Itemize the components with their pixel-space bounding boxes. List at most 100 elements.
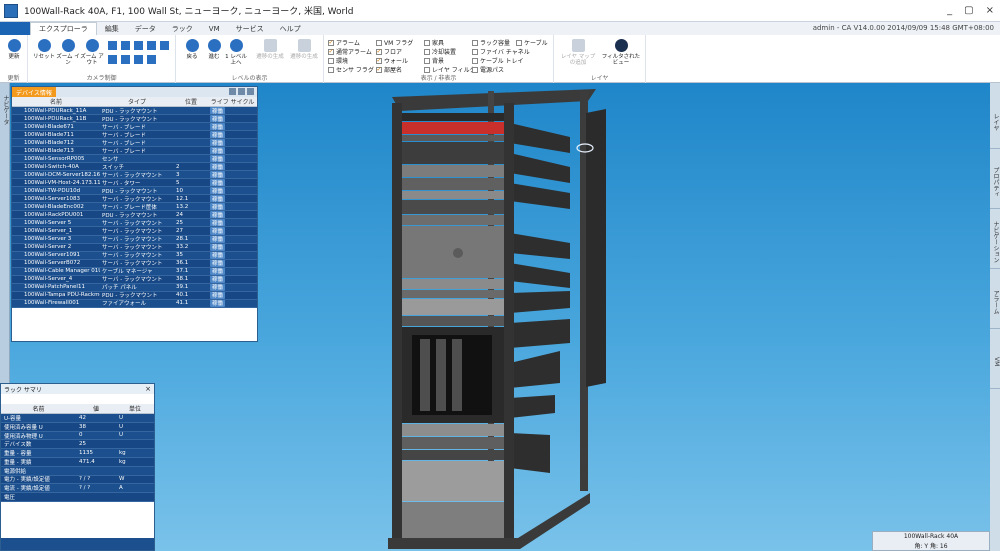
table-row[interactable]: 電力 - 実績/設定値 ? / ? W [1, 475, 154, 485]
table-row[interactable]: 使用済み容量 U 38 U [1, 422, 154, 432]
table-row[interactable]: 100Wall-Server 3 サーバ - ラックマウント 28.1 稼働 [12, 235, 257, 244]
col-name[interactable]: 名前 [12, 97, 100, 106]
tab-help[interactable]: ヘルプ [272, 22, 309, 35]
table-row[interactable]: 100Wall-Server 2 サーバ - ラックマウント 33.2 稼働 [12, 243, 257, 252]
col-value[interactable]: 値 [76, 404, 116, 413]
zoom-in-button[interactable]: ズーム イン [56, 39, 80, 66]
side-tab-alarm[interactable]: アラーム [990, 271, 1000, 329]
table-row[interactable]: 電源供給 [1, 466, 154, 476]
tab-data[interactable]: データ [127, 22, 164, 35]
check-cable-tray[interactable]: ケーブル トレイ [472, 56, 524, 65]
table-row[interactable]: 100Wall-Server 5 サーバ - ラックマウント 25 稼働 [12, 219, 257, 228]
maximize-button[interactable]: ▢ [964, 5, 973, 16]
side-tab-vm[interactable]: VM [990, 331, 1000, 389]
side-tab-layer[interactable]: レイヤ [990, 91, 1000, 149]
rack-summary-title: ラック サマリ [4, 386, 42, 394]
check-furniture[interactable]: 家具 [424, 38, 444, 47]
table-row[interactable]: 重量 - 実績 471.4 kg [1, 457, 154, 467]
tab-service[interactable]: サービス [228, 22, 272, 35]
check-fiber-channel[interactable]: ファイバ チャネル [472, 47, 530, 56]
selection-info-box: 100Wall-Rack 40A 角: Y 角: 16 [872, 531, 990, 551]
side-tab-navigation[interactable]: ナビゲーション [990, 211, 1000, 269]
check-cable[interactable]: ケーブル [516, 38, 548, 47]
table-row[interactable]: 100Wall-Blade671 サーバ - ブレード 稼働 [12, 123, 257, 132]
table-row[interactable]: 100Wall-Server_4 サーバ - ラックマウント 38.1 稼働 [12, 275, 257, 284]
table-row[interactable]: 100Wall-TW-PDU10d PDU - ラックマウント 10 稼働 [12, 187, 257, 196]
level-up-button[interactable]: 1 レベル 上へ [224, 39, 248, 66]
table-row[interactable]: 100Wall-Blade713 サーバ - ブレード 稼働 [12, 147, 257, 156]
table-row[interactable]: 100Wall-Server_1 サーバ - ラックマウント 27 稼働 [12, 227, 257, 236]
table-row[interactable]: 100Wall-Server1091 サーバ - ラックマウント 35 稼働 [12, 251, 257, 260]
table-row[interactable]: 100Wall-PDURack_11B PDU - ラックマウント 稼働 [12, 115, 257, 124]
cell-type: サーバ - ブレード [102, 132, 146, 139]
table-row[interactable]: 100Wall-SensorRP005 センサ 稼働 [12, 155, 257, 164]
checkbox-icon: ✓ [376, 65, 382, 73]
cell-lifecycle: 稼働 [208, 179, 257, 187]
close-button[interactable]: × [986, 5, 994, 16]
col-position[interactable]: 位置 [174, 97, 208, 106]
table-row[interactable]: 100Wall-PDURack_11A PDU - ラックマウント 稼働 [12, 107, 257, 116]
table-row[interactable]: 電圧 [1, 493, 154, 502]
table-row[interactable]: 100Wall-Server1083 サーバ - ラックマウント 12.1 稼働 [12, 195, 257, 204]
check-environment[interactable]: 環境 [328, 56, 348, 65]
zoom-out-button[interactable]: ズーム アウト [80, 39, 104, 66]
back-button[interactable]: 戻る [180, 39, 204, 60]
table-row[interactable]: 100Wall-Blade711 サーバ - ブレード 稼働 [12, 131, 257, 140]
table-row[interactable]: 100Wall-Firewall001 ファイアウォール 41.1 稼働 [12, 299, 257, 308]
forward-button[interactable]: 進む [202, 39, 226, 60]
check-wall[interactable]: ✓ ウォール [376, 56, 408, 65]
tab-explorer[interactable]: エクスプローラ [30, 22, 97, 35]
panel-pin-icon[interactable] [247, 88, 254, 95]
cell-value: 471.4 [79, 458, 95, 465]
lifecycle-badge: 稼働 [210, 243, 226, 252]
tab-vm[interactable]: VM [201, 22, 228, 35]
lifecycle-badge: 稼働 [210, 219, 226, 227]
cell-name: 100Wall-PDURack_11B [24, 115, 87, 122]
table-row[interactable]: 100Wall-Blade712 サーバ - ブレード 稼働 [12, 139, 257, 148]
check-vm-flag[interactable]: VM フラグ [376, 38, 413, 47]
table-row[interactable]: 100Wall-Cable Manager 01U ケーブル マネージャ 37.1 稼… [12, 267, 257, 276]
check-normal-alarm[interactable]: ✓ 通常アラーム [328, 47, 372, 56]
tab-edit[interactable]: 編集 [97, 22, 127, 35]
rack-3d-model[interactable] [360, 83, 620, 551]
table-row[interactable]: 重量 - 容量 1135 kg [1, 449, 154, 458]
check-alarm[interactable]: ✓ アラーム [328, 38, 360, 47]
tab-rack[interactable]: ラック [164, 22, 201, 35]
col-type[interactable]: タイプ [100, 97, 174, 106]
check-rack-capacity[interactable]: ラック容量 [472, 38, 510, 47]
table-row[interactable]: 電流 - 実績/設定値 ? / ? A [1, 484, 154, 494]
table-row[interactable]: 100Wall-PatchPanel11 パッチ パネル 39.1 稼働 [12, 283, 257, 292]
col-name[interactable]: 名前 [1, 404, 76, 413]
table-row[interactable]: 100Wall-Switch-40A スイッチ 2 稼働 [12, 163, 257, 172]
panel-export-icon[interactable] [238, 88, 245, 95]
camera-control-icons[interactable] [106, 39, 172, 69]
table-row[interactable]: 100Wall-RackPDU001 PDU - ラックマウント 24 稼働 [12, 211, 257, 220]
add-layer-map-button[interactable]: レイヤ マップ の追加 [560, 39, 596, 66]
filtered-view-button[interactable]: フィルタされたビュー [600, 39, 642, 66]
side-tab-properties[interactable]: プロパティ [990, 151, 1000, 209]
col-lifecycle[interactable]: ライフ サイクル [208, 97, 257, 106]
refresh-button[interactable]: 更新 [2, 39, 26, 60]
generate-transition-button[interactable]: 遷移の生成 [254, 39, 286, 60]
check-cooling[interactable]: 冷却装置 [424, 47, 456, 56]
close-icon[interactable]: × [145, 385, 151, 393]
table-row[interactable]: 100Wall-Tampa PDU-Rackmou PDU - ラックマウント 40… [12, 291, 257, 300]
check-background[interactable]: 背景 [424, 56, 444, 65]
minimize-button[interactable]: _ [947, 5, 952, 16]
table-row[interactable]: 100Wall-DCM-Server182.168.0.サーバ - ラックマウン… [12, 171, 257, 180]
table-row[interactable]: 100Wall-ServerB072 サーバ - ラックマウント 36.1 稼働 [12, 259, 257, 268]
check-floor[interactable]: ✓ フロア [376, 47, 402, 56]
table-row[interactable]: 100Wall-VM-Host-24.173.119.2サーバ - タワー 5 稼働 [12, 179, 257, 188]
reset-button[interactable]: リセット [32, 39, 56, 60]
cell-unit: kg [119, 450, 126, 457]
table-row[interactable]: 使用済み物理 U 0 U [1, 431, 154, 441]
table-row[interactable]: 100Wall-BladeEnc002 サーバ - ブレード筐体 13.2 稼働 [12, 203, 257, 212]
table-row[interactable]: U-容量 42 U [1, 414, 154, 423]
file-menu-button[interactable] [0, 22, 30, 35]
generate-transition-2-button[interactable]: 遷移の生成 [288, 39, 320, 60]
col-unit[interactable]: 単位 [116, 404, 154, 413]
table-row[interactable]: デバイス数 25 [1, 440, 154, 450]
panel-grid-icon[interactable] [229, 88, 236, 95]
device-info-tab[interactable]: デバイス情報 [12, 87, 56, 97]
rotate-left-icon [108, 55, 117, 64]
